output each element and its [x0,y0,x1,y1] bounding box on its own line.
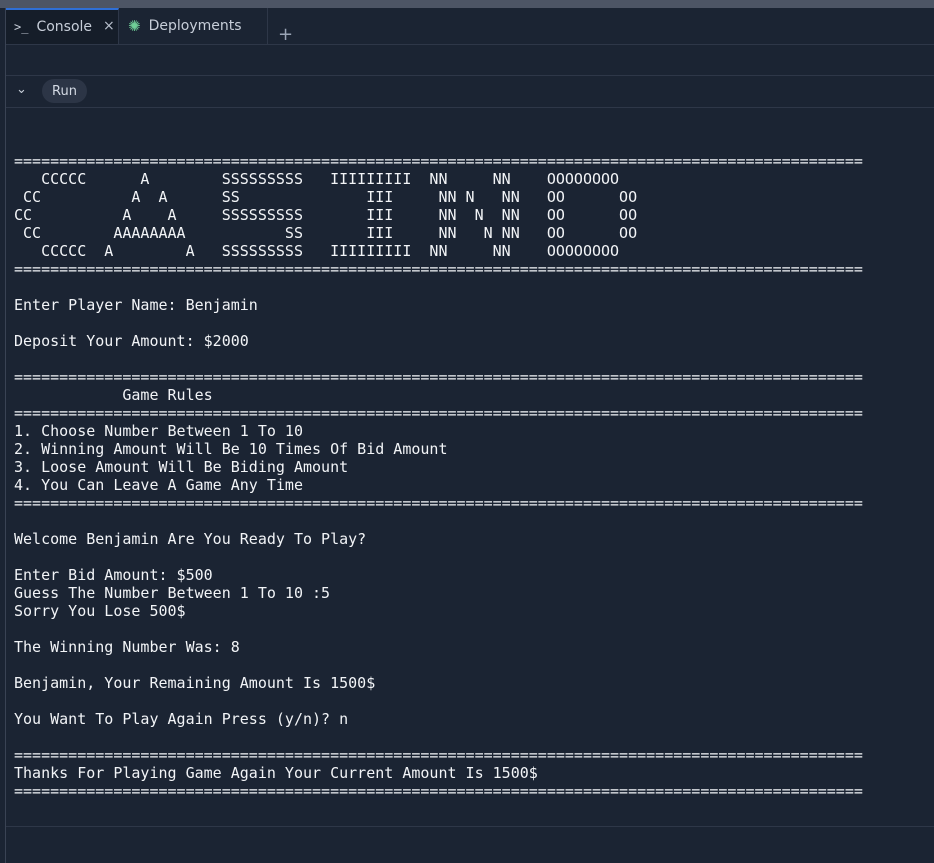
terminal-icon: >_ [14,20,29,34]
tab-console[interactable]: >_ Console × [6,8,119,44]
run-bar: ⌄ Run [6,76,934,108]
pane-border [5,8,6,863]
tab-bar: >_ Console × ✺ Deployments + [6,8,934,45]
close-icon[interactable]: × [103,18,115,34]
console-toolbar [6,45,934,76]
tab-deployments-label: Deployments [148,18,242,34]
window-top-strip [0,0,934,8]
console-input-divider [6,826,934,827]
console-output: ========================================… [14,152,863,800]
deploy-icon: ✺ [128,17,141,35]
tab-console-label: Console [36,19,93,35]
tab-deployments[interactable]: ✺ Deployments [120,8,268,44]
chevron-down-icon[interactable]: ⌄ [16,82,27,97]
run-button[interactable]: Run [42,79,87,103]
